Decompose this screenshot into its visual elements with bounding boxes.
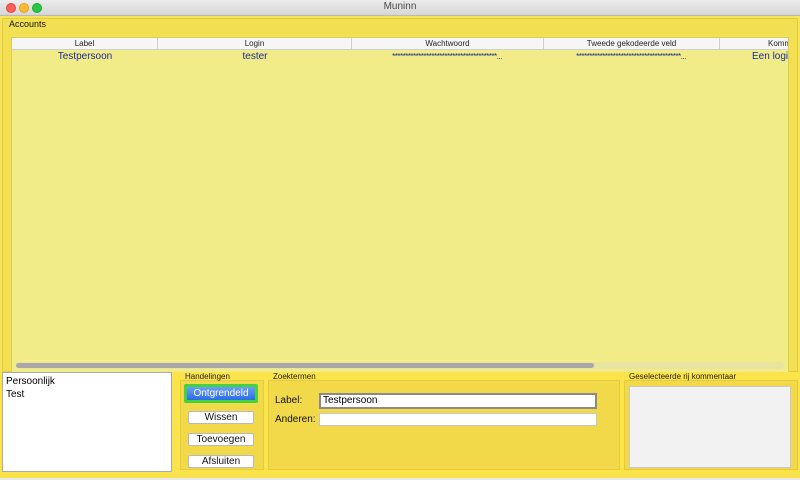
list-item[interactable]: Test (6, 388, 168, 401)
kommentaar-title: Geselecteerde rij kommentaar (629, 372, 737, 381)
cell-label: Testpersoon (57, 51, 113, 62)
cell-login: tester (242, 51, 268, 62)
cell-wachtwoord: ****************************************… (392, 52, 502, 61)
main-area: Accounts Label Login Wachtwoord Tweede g… (0, 16, 800, 478)
afsluiten-button[interactable]: Afsluiten (188, 455, 254, 468)
category-list[interactable]: Persoonlijk Test (2, 372, 172, 472)
column-header-tweede[interactable]: Tweede gekodeerde veld (544, 38, 720, 50)
table-row[interactable]: Testpersoon tester *********************… (12, 51, 789, 63)
horizontal-scrollbar[interactable] (16, 362, 784, 369)
column-header-wachtwoord[interactable]: Wachtwoord (352, 38, 544, 50)
label-field-label: Label: (275, 395, 303, 406)
ontgrendeld-button[interactable]: Ontgrendeld (184, 384, 258, 403)
column-header-kommentaar[interactable]: Komm (720, 38, 788, 50)
column-header-login[interactable]: Login (158, 38, 352, 50)
accounts-group: Accounts Label Login Wachtwoord Tweede g… (2, 18, 798, 373)
zoektermen-title: Zoektermen (273, 372, 316, 381)
handelingen-title: Handelingen (185, 372, 230, 381)
anderen-search-input[interactable] (319, 413, 597, 426)
column-header-label[interactable]: Label (12, 38, 158, 50)
label-search-input[interactable]: Testpersoon (319, 393, 597, 409)
kommentaar-textarea[interactable] (629, 386, 791, 468)
anderen-field-label: Anderen: (275, 414, 316, 425)
handelingen-panel: Handelingen Ontgrendeld Wissen Toevoegen… (180, 372, 264, 470)
wissen-button[interactable]: Wissen (188, 411, 254, 424)
bottom-section: Persoonlijk Test Handelingen Ontgrendeld… (0, 372, 800, 478)
accounts-title: Accounts (9, 19, 47, 29)
list-item[interactable]: Persoonlijk (6, 375, 168, 388)
cell-tweede: ****************************************… (576, 52, 686, 61)
toevoegen-button[interactable]: Toevoegen (188, 433, 254, 446)
kommentaar-panel: Geselecteerde rij kommentaar (624, 372, 798, 470)
scrollbar-thumb[interactable] (16, 363, 594, 368)
window-title: Muninn (383, 1, 417, 12)
cell-kommentaar: Een login (752, 51, 789, 62)
table-header: Label Login Wachtwoord Tweede gekodeerde… (12, 38, 788, 50)
zoektermen-panel: Zoektermen Label: Testpersoon Anderen: (268, 372, 620, 470)
accounts-table[interactable]: Label Login Wachtwoord Tweede gekodeerde… (11, 37, 789, 373)
title-bar: Muninn (0, 0, 800, 16)
